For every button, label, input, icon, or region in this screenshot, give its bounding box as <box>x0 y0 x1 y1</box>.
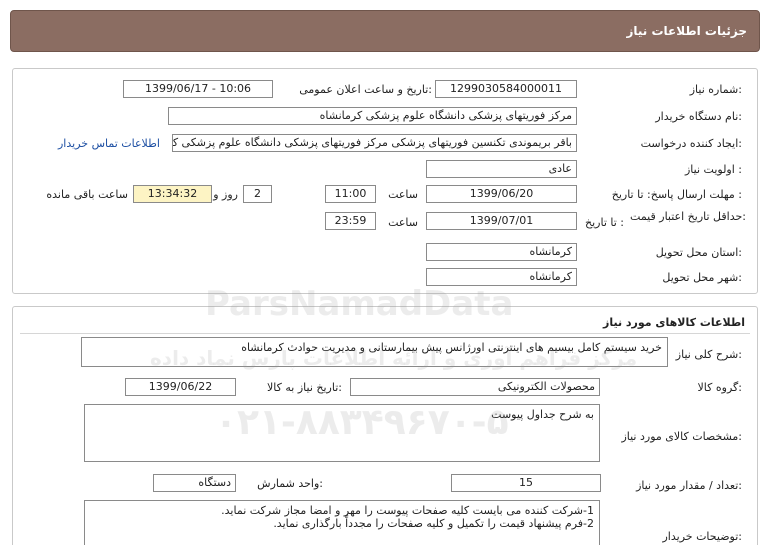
buyer-org-field: مرکز فوریتهای پزشکی دانشگاه علوم پزشکی ک… <box>168 107 577 125</box>
priority-field: عادی <box>426 160 577 178</box>
requester-label: ایجاد کننده درخواست: <box>640 137 742 150</box>
days-remaining-field: 2 <box>243 185 272 203</box>
summary-field: خرید سیستم کامل بیسیم های اینترنتی اورژا… <box>81 337 668 367</box>
buyer-org-label: نام دستگاه خریدار: <box>655 110 742 123</box>
specs-field: به شرح جداول پیوست <box>84 404 600 462</box>
buyer-desc-label: توضیحات خریدار: <box>662 530 743 543</box>
price-time-field: 23:59 <box>325 212 376 230</box>
quantity-field: 15 <box>451 474 601 492</box>
city-label: شهر محل تحویل: <box>662 271 742 284</box>
response-date-field: 1399/06/20 <box>426 185 577 203</box>
days-label: روز و <box>213 188 238 201</box>
goods-group-field: محصولات الکترونیکی <box>350 378 600 396</box>
response-deadline-label: مهلت ارسال پاسخ: تا تاریخ : <box>611 188 742 201</box>
page-title: جزئیات اطلاعات نیاز <box>626 24 747 38</box>
goods-group-label: گروه کالا: <box>697 381 742 394</box>
need-number-field: 1299030584000011 <box>435 80 577 98</box>
price-until-label: تا تاریخ : <box>585 216 624 229</box>
buyer-desc-line-2: 2-فرم پیشنهاد قیمت را تکمیل و کلیه صفحات… <box>273 517 594 530</box>
unit-label: واحد شمارش: <box>257 477 323 490</box>
buyer-desc-field: 1-شرکت کننده می بایست کلیه صفحات پیوست ر… <box>84 500 600 545</box>
need-date-field: 1399/06/22 <box>125 378 236 396</box>
city-field: کرمانشاه <box>426 268 577 286</box>
need-date-label: تاریخ نیاز به کالا: <box>267 381 342 394</box>
page-header: جزئیات اطلاعات نیاز <box>10 10 760 52</box>
goods-section-divider <box>20 333 750 334</box>
unit-field: دستگاه <box>153 474 236 492</box>
time-remaining-field: 13:34:32 <box>133 185 212 203</box>
summary-label: شرح کلی نیاز: <box>675 348 742 361</box>
price-time-label: ساعت <box>388 216 418 229</box>
remaining-label: ساعت باقی مانده <box>46 188 128 201</box>
province-label: استان محل تحویل: <box>655 246 742 259</box>
buyer-contact-link[interactable]: اطلاعات تماس خریدار <box>58 137 160 150</box>
price-date-field: 1399/07/01 <box>426 212 577 230</box>
response-time-label: ساعت <box>388 188 418 201</box>
need-number-label: شماره نیاز: <box>689 83 742 96</box>
buyer-desc-line-1: 1-شرکت کننده می بایست کلیه صفحات پیوست ر… <box>221 504 594 517</box>
province-field: کرمانشاه <box>426 243 577 261</box>
announce-date-label: تاریخ و ساعت اعلان عمومی: <box>299 83 432 96</box>
requester-field: باقر بریموندی تکنسین فوریتهای پزشکی مرکز… <box>172 134 577 152</box>
response-time-field: 11:00 <box>325 185 376 203</box>
price-validity-label: حداقل تاریخ اعتبار قیمت: <box>630 210 746 223</box>
quantity-label: تعداد / مقدار مورد نیاز: <box>636 479 742 492</box>
announce-date-field: 1399/06/17 - 10:06 <box>123 80 273 98</box>
goods-section-title: اطلاعات کالاهای مورد نیاز <box>603 316 745 329</box>
priority-label: اولویت نیاز : <box>684 163 742 176</box>
specs-label: مشخصات کالای مورد نیاز: <box>621 430 742 443</box>
need-info-panel <box>12 68 758 294</box>
